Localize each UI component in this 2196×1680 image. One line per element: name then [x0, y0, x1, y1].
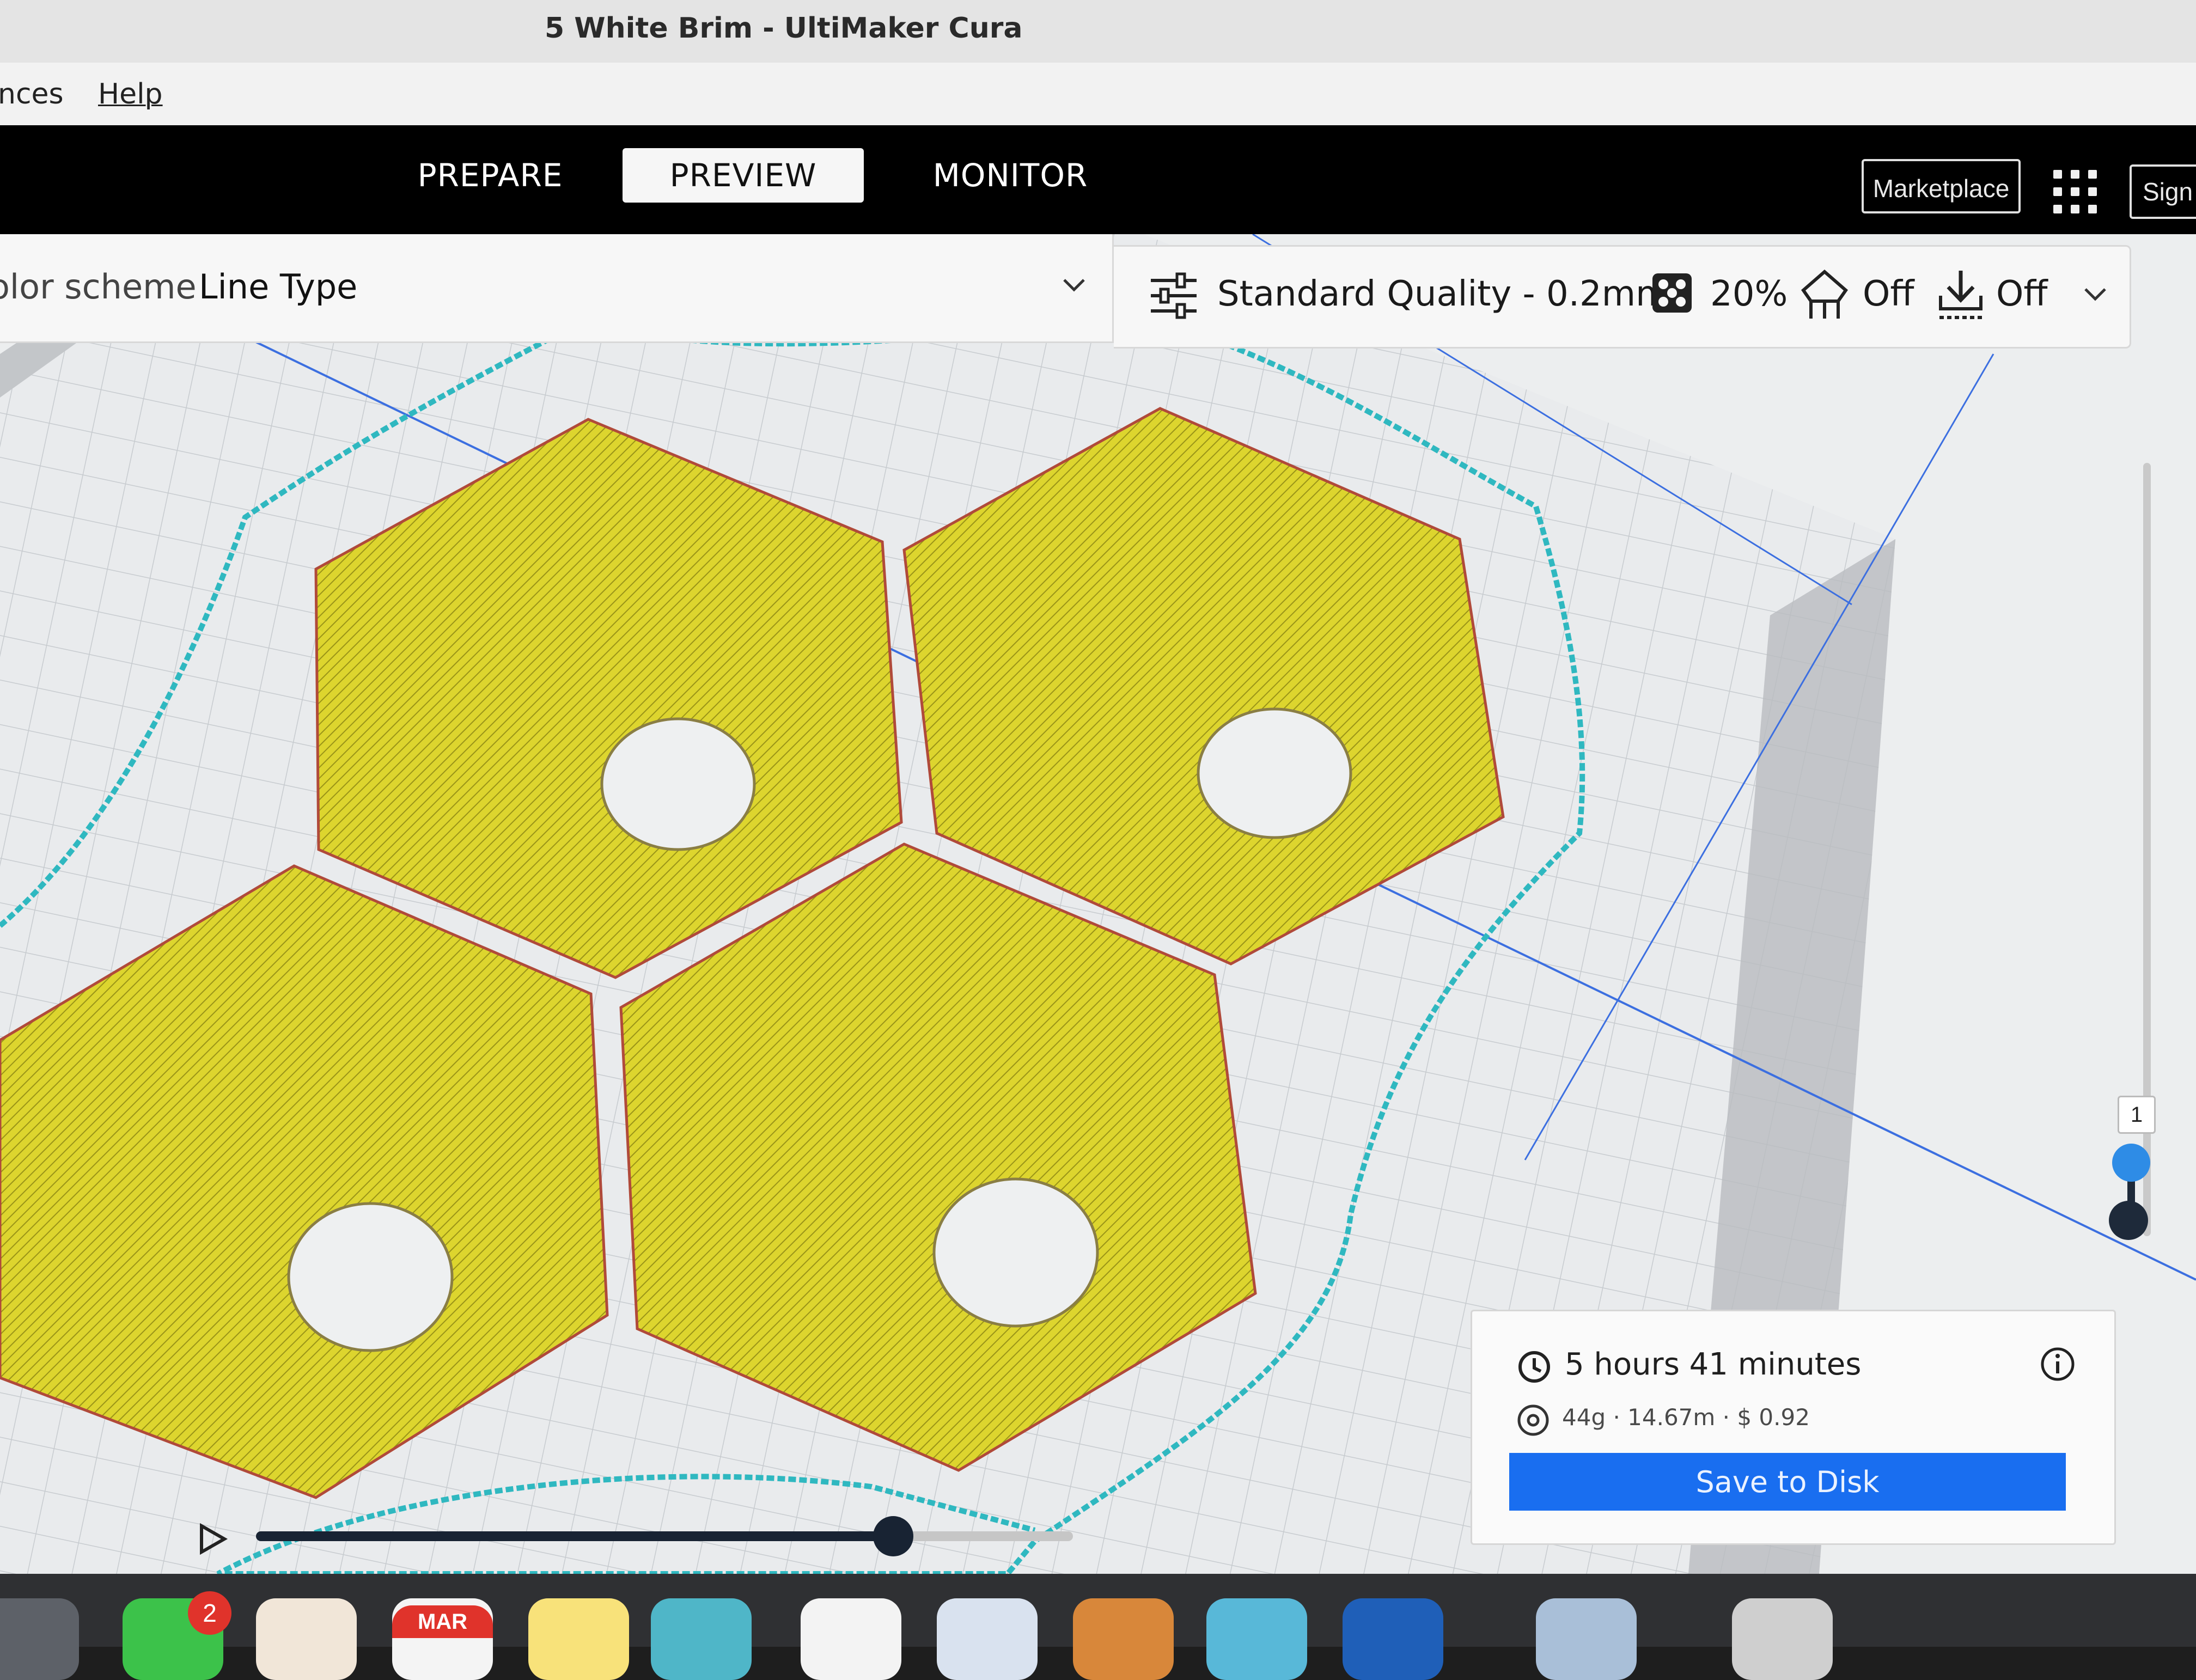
simulation-slider[interactable]	[256, 1516, 1073, 1556]
layer-lower-handle[interactable]	[2109, 1201, 2148, 1240]
material-estimate: 44g · 14.67m · $ 0.92	[1562, 1404, 1810, 1431]
dock-fusion-icon[interactable]	[1073, 1598, 1174, 1680]
print-estimate-panel: 5 hours 41 minutes 44g · 14.67m · $ 0.92…	[1471, 1310, 2116, 1545]
dock-cura-icon[interactable]	[1343, 1598, 1443, 1680]
stage-navigation: PREPARE PREVIEW MONITOR Marketplace Sign…	[0, 125, 2196, 234]
adhesion-icon	[1939, 271, 1982, 319]
color-scheme-panel: olor scheme Line Type	[0, 234, 1114, 343]
menu-item-preferences[interactable]: nces	[0, 78, 64, 111]
sign-in-button[interactable]: Sign i	[2130, 164, 2196, 219]
dock-app-icon[interactable]	[651, 1598, 752, 1680]
dock-chrome-icon[interactable]	[801, 1598, 901, 1680]
messages-badge: 2	[188, 1591, 231, 1635]
window-title: 5 White Brim - UltiMaker Cura	[545, 12, 1023, 45]
window-titlebar: 5 White Brim - UltiMaker Cura	[0, 0, 2196, 64]
dock-folder-icon[interactable]	[1536, 1598, 1637, 1680]
macos-dock	[0, 1574, 2196, 1680]
dock-notes-icon[interactable]	[528, 1598, 629, 1680]
info-icon[interactable]	[2039, 1345, 2077, 1383]
calendar-month: MAR	[392, 1605, 493, 1638]
dock-settings-icon[interactable]	[0, 1598, 79, 1680]
print-time: 5 hours 41 minutes	[1565, 1347, 1862, 1382]
dock-trash-icon[interactable]	[1732, 1598, 1833, 1680]
apps-grid-icon[interactable]	[2053, 170, 2097, 213]
chevron-down-icon[interactable]	[1062, 277, 1086, 293]
simulation-handle[interactable]	[873, 1516, 913, 1556]
layer-upper-handle[interactable]	[2112, 1144, 2150, 1182]
menu-item-help[interactable]: Help	[98, 78, 163, 111]
support-value: Off	[1863, 274, 1914, 314]
dock-photos-icon[interactable]	[256, 1598, 357, 1680]
marketplace-button[interactable]: Marketplace	[1862, 159, 2021, 213]
menu-bar: nces Help	[0, 63, 2196, 125]
print-settings-panel[interactable]: Standard Quality - 0.2mm 20% Off Off	[1114, 245, 2131, 349]
sliders-icon	[1151, 272, 1197, 319]
spool-icon	[1517, 1404, 1549, 1436]
dock-3d-app-icon[interactable]	[1206, 1598, 1307, 1680]
infill-icon	[1652, 273, 1692, 313]
current-layer-label[interactable]: 1	[2118, 1096, 2156, 1134]
print-profile-label: Standard Quality - 0.2mm	[1217, 274, 1670, 314]
tab-prepare[interactable]: PREPARE	[414, 148, 566, 203]
infill-value: 20%	[1710, 274, 1788, 314]
play-icon[interactable]	[196, 1523, 229, 1555]
tab-monitor[interactable]: MONITOR	[920, 148, 1100, 203]
color-scheme-label: olor scheme	[0, 267, 197, 307]
chevron-down-icon[interactable]	[2083, 286, 2107, 302]
support-icon	[1801, 270, 1849, 319]
tab-preview[interactable]: PREVIEW	[623, 148, 864, 203]
adhesion-value: Off	[1996, 274, 2048, 314]
clock-icon	[1518, 1351, 1550, 1383]
color-scheme-dropdown[interactable]: Line Type	[199, 267, 357, 307]
dock-word-icon[interactable]	[937, 1598, 1038, 1680]
simulation-progress	[256, 1531, 893, 1541]
save-to-disk-button[interactable]: Save to Disk	[1509, 1453, 2066, 1511]
